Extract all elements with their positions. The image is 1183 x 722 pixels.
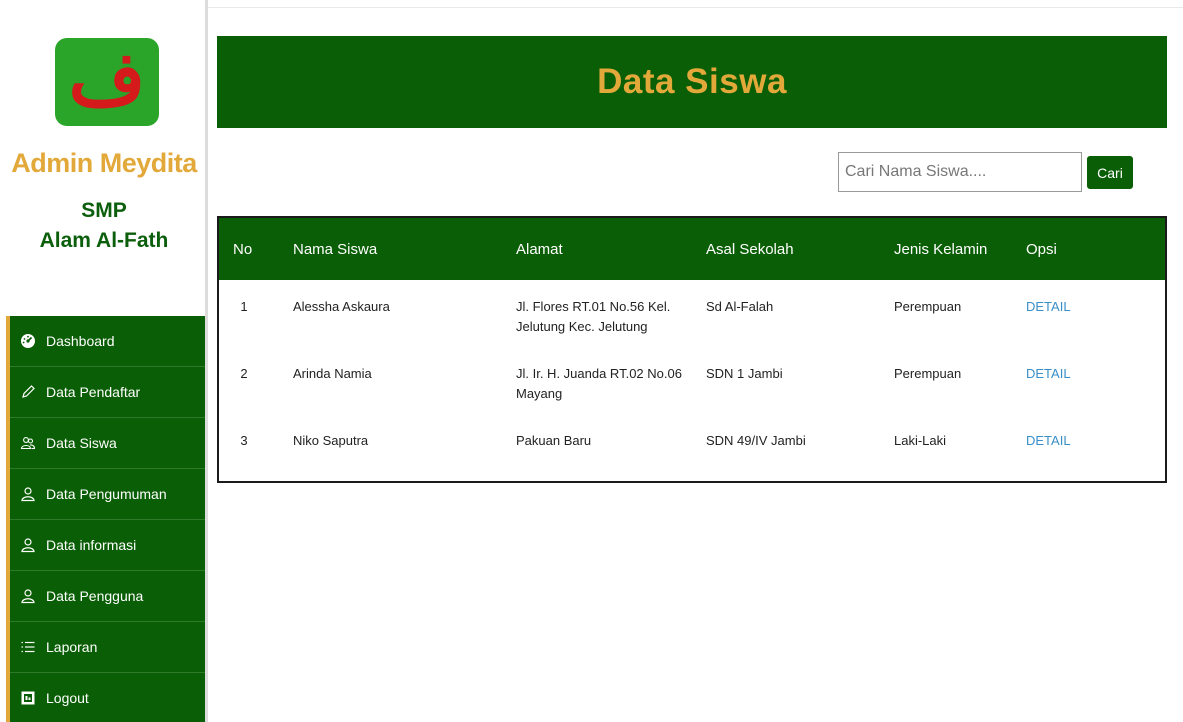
school-name: SMP Alam Al-Fath	[39, 199, 169, 252]
sidebar-item-data-siswa[interactable]: Data Siswa	[10, 418, 205, 469]
cell-nama-siswa: Alessha Askaura	[293, 299, 390, 314]
logout-icon	[18, 689, 38, 707]
search-input[interactable]	[838, 152, 1082, 192]
table-row: 2 Arinda Namia Jl. Ir. H. Juanda RT.02 N…	[219, 347, 1165, 414]
sidebar-item-logout[interactable]: Logout	[10, 673, 205, 722]
sidebar-item-laporan[interactable]: Laporan	[10, 622, 205, 673]
sidebar-item-label: Data Pengguna	[46, 588, 144, 604]
sidebar-item-label: Data Siswa	[46, 435, 117, 451]
pencil-icon	[18, 383, 38, 401]
sidebar-item-data-pengguna[interactable]: Data Pengguna	[10, 571, 205, 622]
cell-nama-siswa: Niko Saputra	[293, 433, 369, 448]
cell-jenis-kelamin: Perempuan	[894, 366, 962, 381]
detail-link[interactable]: DETAIL	[1026, 366, 1071, 381]
sidebar-item-data-pengumuman[interactable]: Data Pengumuman	[10, 469, 205, 520]
school-logo: ف	[55, 38, 159, 126]
sidebar-item-label: Laporan	[46, 639, 98, 655]
sidebar-item-label: Logout	[46, 690, 89, 706]
cell-asal-sekolah: SDN 1 Jambi	[706, 366, 783, 381]
user-icon	[18, 587, 38, 605]
sidebar: ف Admin Meydita SMP Alam Al-Fath Dashboa…	[0, 0, 208, 722]
sidebar-item-label: Data Pendaftar	[46, 384, 141, 400]
page-title: Data Siswa	[597, 62, 787, 101]
column-header-nama-siswa: Nama Siswa	[293, 240, 378, 258]
cell-alamat: Jl. Flores RT.01 No.56 Kel. Jelutung Kec…	[516, 299, 671, 334]
cell-opsi: DETAIL	[1026, 347, 1165, 414]
sidebar-item-dashboard[interactable]: Dashboard	[10, 316, 205, 367]
cell-alamat: Pakuan Baru	[516, 433, 592, 448]
sidebar-item-data-pendaftar[interactable]: Data Pendaftar	[10, 367, 205, 418]
cell-jenis-kelamin: Perempuan	[894, 299, 962, 314]
search-button[interactable]: Cari	[1087, 156, 1133, 189]
table-row: 1 Alessha Askaura Jl. Flores RT.01 No.56…	[219, 280, 1165, 347]
cell-no: 2	[240, 366, 248, 381]
cell-asal-sekolah: Sd Al-Falah	[706, 299, 774, 314]
cell-opsi: DETAIL	[1026, 280, 1165, 347]
user-icon	[18, 536, 38, 554]
cell-jenis-kelamin: Laki-Laki	[894, 433, 947, 448]
table-row: 3 Niko Saputra Pakuan Baru SDN 49/IV Jam…	[219, 414, 1165, 481]
students-table: No Nama Siswa Alamat Asal Sekolah Jenis …	[217, 216, 1167, 483]
users-icon	[18, 434, 38, 452]
detail-link[interactable]: DETAIL	[1026, 433, 1071, 448]
column-header-no: No	[233, 240, 253, 258]
sidebar-item-data-informasi[interactable]: Data informasi	[10, 520, 205, 571]
cell-no: 3	[240, 433, 248, 448]
cell-opsi: DETAIL	[1026, 414, 1165, 481]
table-header-row: No Nama Siswa Alamat Asal Sekolah Jenis …	[219, 218, 1165, 280]
sidebar-item-label: Dashboard	[46, 333, 115, 349]
cell-nama-siswa: Arinda Namia	[293, 366, 372, 381]
column-header-opsi: Opsi	[1026, 240, 1057, 258]
sidebar-item-label: Data informasi	[46, 537, 137, 553]
admin-name: Admin Meydita	[11, 148, 197, 178]
cell-asal-sekolah: SDN 49/IV Jambi	[706, 433, 806, 448]
sidebar-menu: Dashboard Data Pendaftar Data Siswa Data…	[6, 316, 205, 722]
column-header-alamat: Alamat	[516, 240, 563, 258]
page-header-banner: Data Siswa	[217, 36, 1167, 128]
list-icon	[18, 638, 38, 656]
column-header-asal-sekolah: Asal Sekolah	[706, 240, 794, 258]
logo-glyph: ف	[68, 36, 146, 122]
cell-alamat: Jl. Ir. H. Juanda RT.02 No.06 Mayang	[516, 366, 682, 401]
sidebar-item-label: Data Pengumuman	[46, 486, 167, 502]
column-header-jenis-kelamin: Jenis Kelamin	[894, 240, 988, 258]
user-icon	[18, 485, 38, 503]
cell-no: 1	[240, 299, 248, 314]
dashboard-icon	[18, 332, 38, 350]
detail-link[interactable]: DETAIL	[1026, 299, 1071, 314]
